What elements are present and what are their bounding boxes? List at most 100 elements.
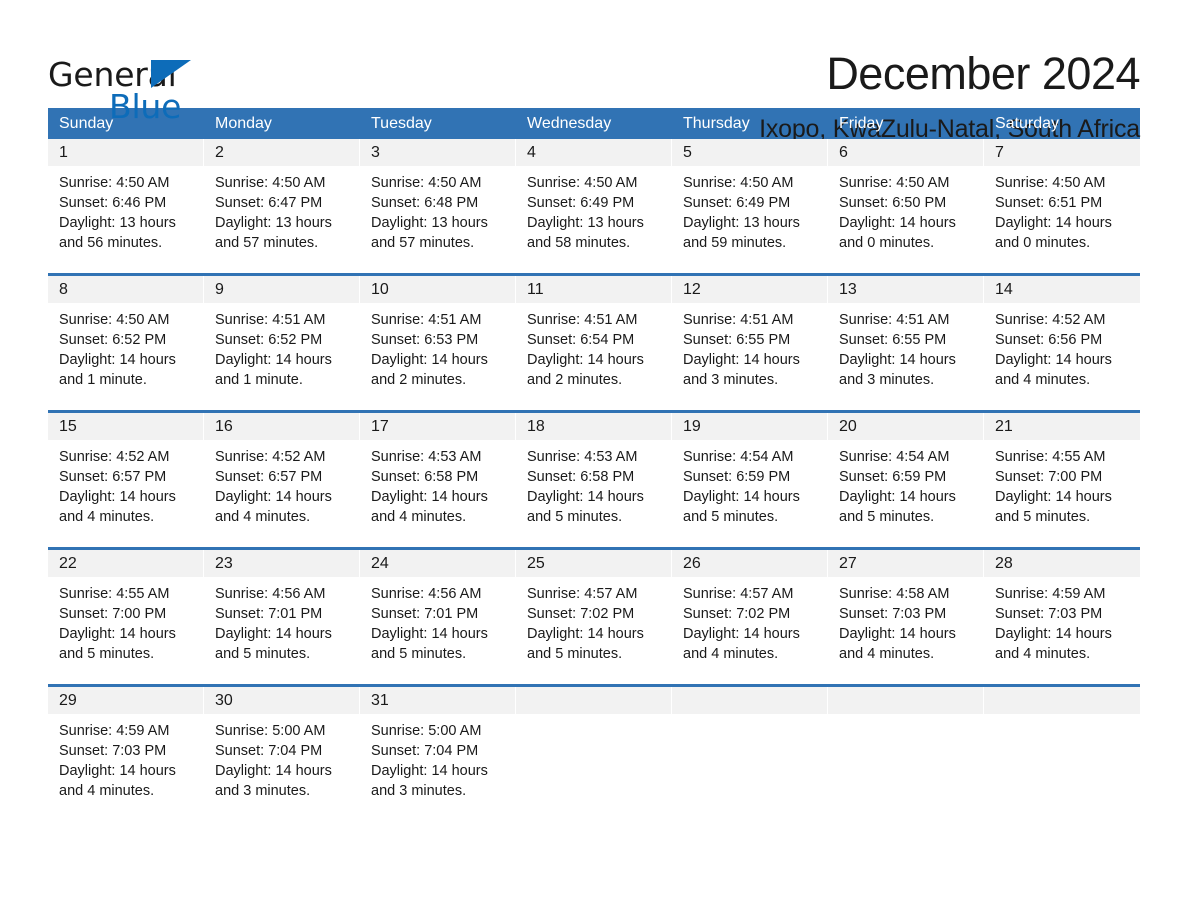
daylight-text-line1: Daylight: 14 hours [215,489,332,505]
day-cell[interactable]: 26 Sunrise: 4:57 AM Sunset: 7:02 PM Dayligh… [672,550,828,673]
daylight-text-line2: and 3 minutes. [683,372,779,388]
daylight-text-line2: and 5 minutes. [527,646,623,662]
day-info: Sunrise: 4:52 AM Sunset: 6:56 PM Daylight:… [984,303,1140,390]
daylight-text-line1: Daylight: 14 hours [371,763,488,779]
day-cell[interactable]: 17 Sunrise: 4:53 AM Sunset: 6:58 PM Dayligh… [360,413,516,536]
day-info: Sunrise: 4:50 AM Sunset: 6:46 PM Daylight:… [48,166,204,253]
day-info: Sunrise: 4:51 AM Sunset: 6:54 PM Daylight:… [516,303,672,390]
day-cell[interactable]: 5 Sunrise: 4:50 AM Sunset: 6:49 PM Daylight… [672,139,828,262]
day-cell[interactable]: 31 Sunrise: 5:00 AM Sunset: 7:04 PM Dayligh… [360,687,516,810]
day-number-band: 5 [672,139,828,166]
day-info [984,714,1140,721]
sunrise-text: Sunrise: 4:55 AM [59,586,170,602]
day-cell[interactable]: 19 Sunrise: 4:54 AM Sunset: 6:59 PM Dayligh… [672,413,828,536]
sunrise-text: Sunrise: 4:57 AM [527,586,638,602]
sunrise-text: Sunrise: 4:59 AM [995,586,1106,602]
day-cell[interactable]: 3 Sunrise: 4:50 AM Sunset: 6:48 PM Daylight… [360,139,516,262]
day-info: Sunrise: 4:55 AM Sunset: 7:00 PM Daylight:… [984,440,1140,527]
sunrise-text: Sunrise: 4:50 AM [59,312,170,328]
day-number: 5 [683,144,692,161]
daylight-text-line2: and 5 minutes. [59,646,155,662]
day-info: Sunrise: 4:50 AM Sunset: 6:48 PM Daylight:… [360,166,516,253]
weekday-friday: Friday [839,115,884,132]
day-cell[interactable]: 1 Sunrise: 4:50 AM Sunset: 6:46 PM Daylight… [48,139,204,262]
day-cell[interactable]: 23 Sunrise: 4:56 AM Sunset: 7:01 PM Dayligh… [204,550,360,673]
day-number: 30 [215,692,233,709]
day-cell[interactable]: 30 Sunrise: 5:00 AM Sunset: 7:04 PM Dayligh… [204,687,360,810]
day-cell[interactable]: 2 Sunrise: 4:50 AM Sunset: 6:47 PM Daylight… [204,139,360,262]
day-cell[interactable]: 4 Sunrise: 4:50 AM Sunset: 6:49 PM Daylight… [516,139,672,262]
day-info: Sunrise: 5:00 AM Sunset: 7:04 PM Daylight:… [204,714,360,801]
sunset-text: Sunset: 6:52 PM [215,332,323,348]
day-number [984,692,995,709]
day-cell-empty [516,687,672,810]
day-number [828,692,839,709]
generalblue-logo[interactable]: General Blue [48,48,208,126]
day-cell[interactable]: 14 Sunrise: 4:52 AM Sunset: 6:56 PM Dayligh… [984,276,1140,399]
day-cell[interactable]: 9 Sunrise: 4:51 AM Sunset: 6:52 PM Daylight… [204,276,360,399]
weekday-thursday: Thursday [683,115,750,132]
sunset-text: Sunset: 6:48 PM [371,195,479,211]
daylight-text-line2: and 4 minutes. [683,646,779,662]
day-cell[interactable]: 27 Sunrise: 4:58 AM Sunset: 7:03 PM Dayligh… [828,550,984,673]
day-number: 29 [59,692,77,709]
day-number: 28 [995,555,1013,572]
day-number-band: 17 [360,413,516,440]
day-number: 25 [527,555,545,572]
sunrise-text: Sunrise: 4:50 AM [995,175,1106,191]
day-number: 9 [215,281,224,298]
day-number [516,692,527,709]
sunset-text: Sunset: 7:02 PM [527,606,635,622]
sunrise-text: Sunrise: 4:50 AM [683,175,794,191]
sunrise-text: Sunrise: 4:54 AM [839,449,950,465]
day-cell[interactable]: 20 Sunrise: 4:54 AM Sunset: 6:59 PM Dayligh… [828,413,984,536]
day-cell[interactable]: 15 Sunrise: 4:52 AM Sunset: 6:57 PM Dayligh… [48,413,204,536]
sunset-text: Sunset: 7:04 PM [371,743,479,759]
day-number-band: 26 [672,550,828,577]
logo-text-blue: Blue [109,87,182,126]
page-header: General Blue December 2024 Ixopo, KwaZul… [48,0,1140,144]
sunrise-text: Sunrise: 4:57 AM [683,586,794,602]
day-info [672,714,828,721]
day-cell[interactable]: 24 Sunrise: 4:56 AM Sunset: 7:01 PM Dayligh… [360,550,516,673]
weekday-monday: Monday [215,115,272,132]
day-number-band: 13 [828,276,984,303]
daylight-text-line1: Daylight: 13 hours [527,215,644,231]
day-info: Sunrise: 4:55 AM Sunset: 7:00 PM Daylight:… [48,577,204,664]
daylight-text-line2: and 4 minutes. [995,646,1091,662]
day-cell[interactable]: 12 Sunrise: 4:51 AM Sunset: 6:55 PM Dayligh… [672,276,828,399]
sunrise-text: Sunrise: 4:52 AM [59,449,170,465]
day-cell[interactable]: 8 Sunrise: 4:50 AM Sunset: 6:52 PM Daylight… [48,276,204,399]
day-info: Sunrise: 5:00 AM Sunset: 7:04 PM Daylight:… [360,714,516,801]
day-number-band: 15 [48,413,204,440]
sunset-text: Sunset: 6:53 PM [371,332,479,348]
day-info [516,714,672,721]
day-cell[interactable]: 22 Sunrise: 4:55 AM Sunset: 7:00 PM Dayligh… [48,550,204,673]
sunset-text: Sunset: 6:58 PM [371,469,479,485]
day-number-band: 24 [360,550,516,577]
day-cell[interactable]: 25 Sunrise: 4:57 AM Sunset: 7:02 PM Dayligh… [516,550,672,673]
week-row: 8 Sunrise: 4:50 AM Sunset: 6:52 PM Daylight… [48,273,1140,399]
sunset-text: Sunset: 6:59 PM [839,469,947,485]
daylight-text-line2: and 56 minutes. [59,235,163,251]
daylight-text-line1: Daylight: 14 hours [683,626,800,642]
day-number: 14 [995,281,1013,298]
day-number: 24 [371,555,389,572]
sunset-text: Sunset: 6:57 PM [215,469,323,485]
day-cell[interactable]: 28 Sunrise: 4:59 AM Sunset: 7:03 PM Dayligh… [984,550,1140,673]
day-cell[interactable]: 7 Sunrise: 4:50 AM Sunset: 6:51 PM Daylight… [984,139,1140,262]
week-row: 1 Sunrise: 4:50 AM Sunset: 6:46 PM Daylight… [48,139,1140,262]
day-number-band: 8 [48,276,204,303]
day-cell[interactable]: 6 Sunrise: 4:50 AM Sunset: 6:50 PM Daylight… [828,139,984,262]
daylight-text-line1: Daylight: 13 hours [683,215,800,231]
day-cell[interactable]: 13 Sunrise: 4:51 AM Sunset: 6:55 PM Dayligh… [828,276,984,399]
day-cell[interactable]: 21 Sunrise: 4:55 AM Sunset: 7:00 PM Dayligh… [984,413,1140,536]
sunrise-text: Sunrise: 4:53 AM [371,449,482,465]
day-cell[interactable]: 16 Sunrise: 4:52 AM Sunset: 6:57 PM Dayligh… [204,413,360,536]
day-number-band: 25 [516,550,672,577]
day-cell[interactable]: 11 Sunrise: 4:51 AM Sunset: 6:54 PM Dayligh… [516,276,672,399]
day-cell[interactable]: 29 Sunrise: 4:59 AM Sunset: 7:03 PM Dayligh… [48,687,204,810]
day-cell[interactable]: 10 Sunrise: 4:51 AM Sunset: 6:53 PM Dayligh… [360,276,516,399]
day-cell[interactable]: 18 Sunrise: 4:53 AM Sunset: 6:58 PM Dayligh… [516,413,672,536]
sunset-text: Sunset: 6:59 PM [683,469,791,485]
